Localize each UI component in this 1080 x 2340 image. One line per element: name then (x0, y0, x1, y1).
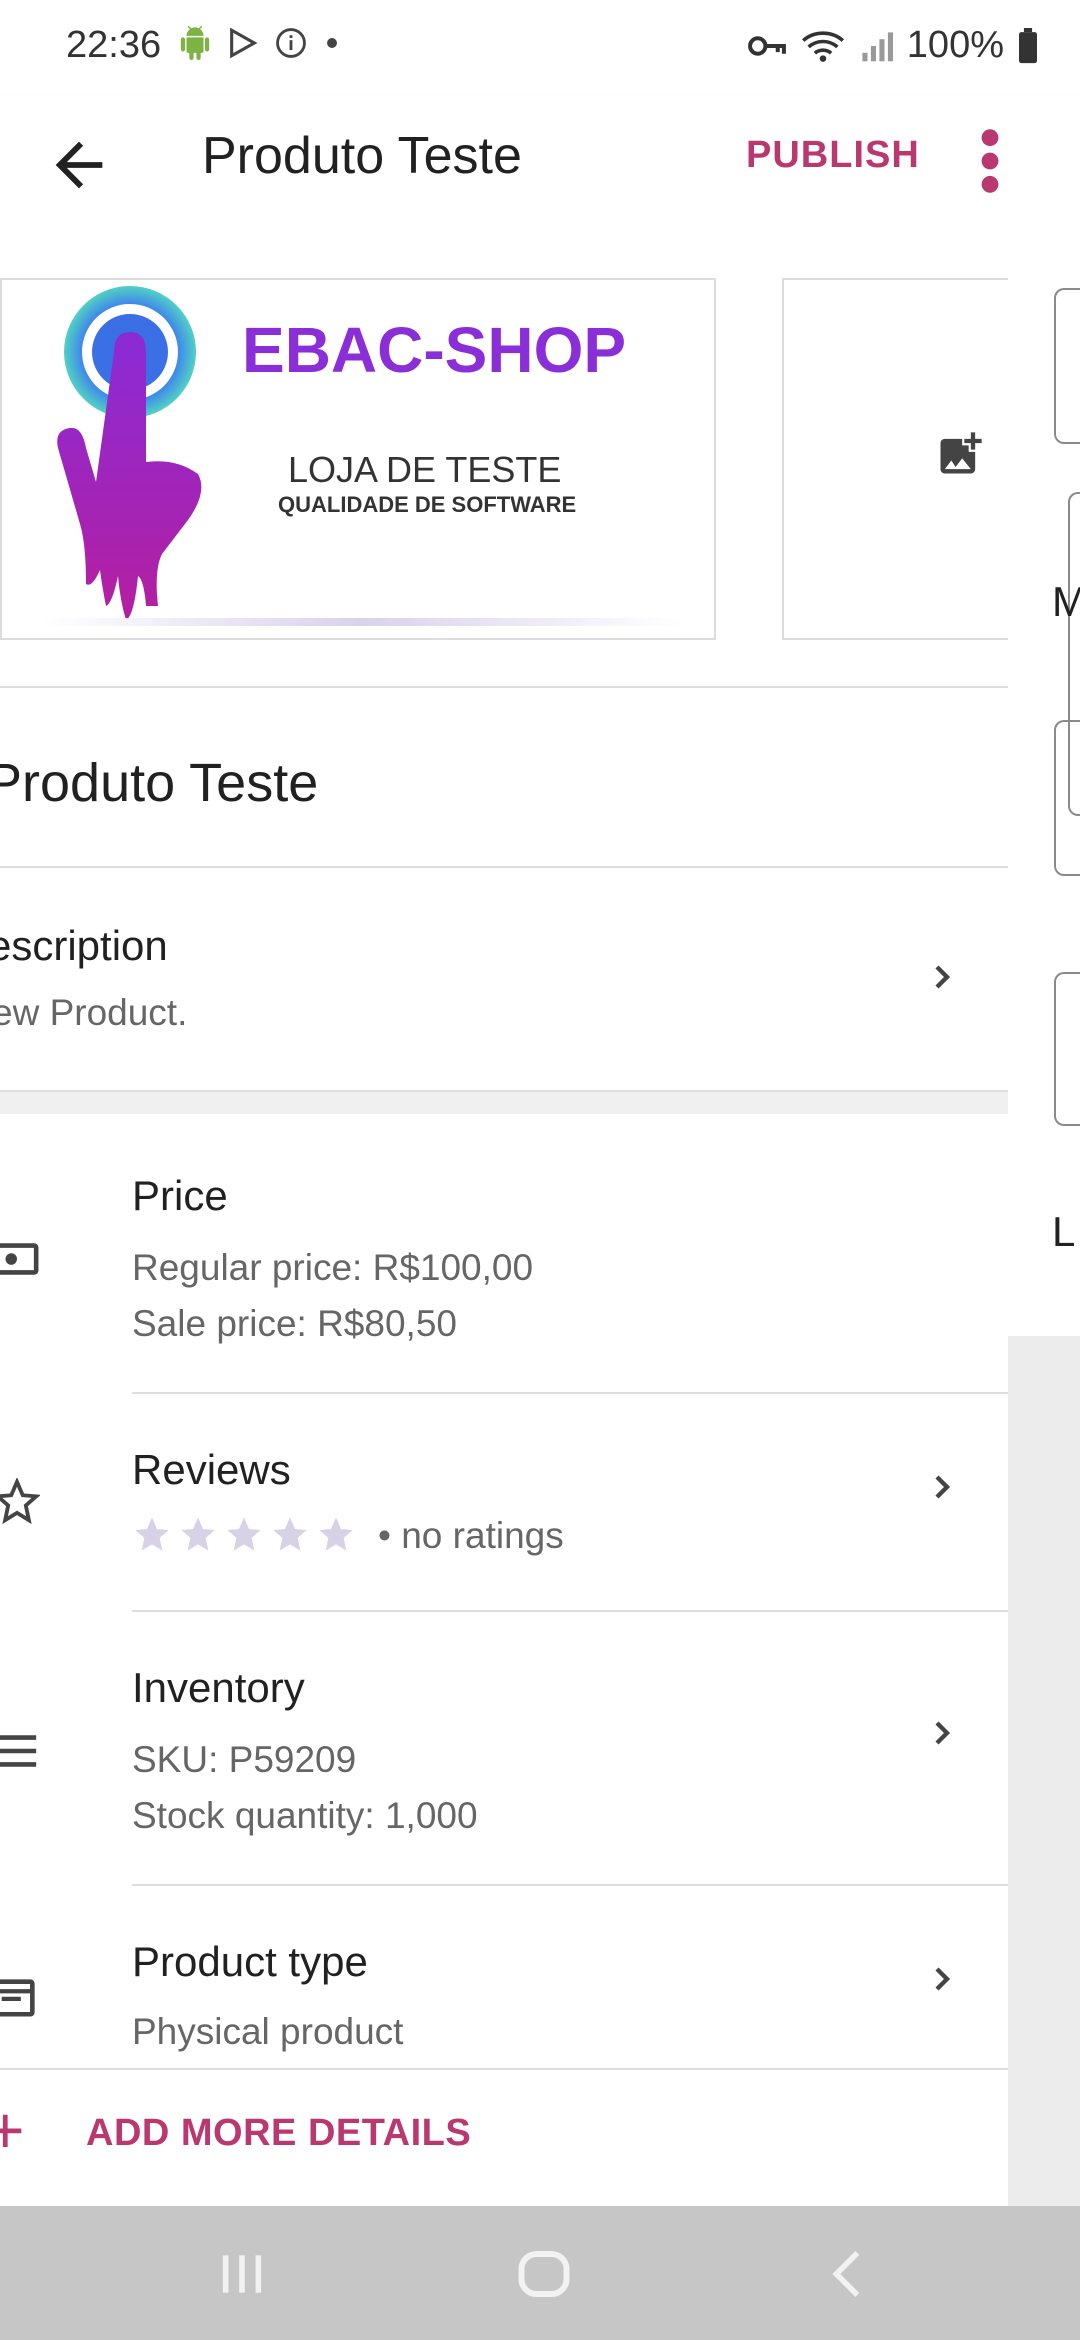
product-image[interactable]: EBAC-SHOP LOJA DE TESTE QUALIDADE DE SOF… (0, 278, 716, 640)
input-outline[interactable] (1054, 720, 1080, 876)
signal-icon (862, 31, 893, 61)
dot-icon (327, 38, 337, 48)
back-icon[interactable] (820, 2246, 876, 2302)
star-icon (319, 1517, 353, 1551)
add-photo-icon[interactable] (934, 428, 986, 480)
battery-percent: 100% (906, 24, 1004, 66)
inventory-title: Inventory (132, 1664, 305, 1711)
ebac-shop-logo: EBAC-SHOP LOJA DE TESTE QUALIDADE DE SOF… (42, 286, 682, 626)
product-name[interactable]: Produto Teste (0, 752, 318, 814)
stock-quantity: Stock quantity: 1,000 (132, 1795, 478, 1836)
archive-icon (0, 1979, 35, 2017)
reviews-title: Reviews (132, 1446, 291, 1493)
product-detail-panel: EBAC-SHOP LOJA DE TESTE QUALIDADE DE SOF… (0, 232, 1008, 2232)
divider (0, 686, 1008, 688)
logo-line2-text: QUALIDADE DE SOFTWARE (278, 492, 576, 517)
android-icon (180, 26, 210, 60)
battery-icon (1019, 27, 1037, 63)
add-image-card[interactable] (782, 278, 1008, 640)
navigation-bar (0, 2206, 1080, 2340)
logo-brand-text: EBAC-SHOP (242, 314, 626, 386)
play-store-icon (230, 27, 258, 59)
reviews-row[interactable] (0, 1394, 1008, 1614)
sale-price: Sale price: R$80,50 (132, 1303, 457, 1344)
price-title: Price (132, 1172, 228, 1219)
notification-icons (178, 26, 342, 60)
home-icon[interactable] (514, 2244, 574, 2304)
input-outline[interactable] (1054, 288, 1080, 444)
adjacent-panel: M L (1008, 232, 1080, 1336)
add-more-details-button[interactable]: ADD MORE DETAILS (86, 2112, 471, 2155)
star-outline-icon (0, 1478, 40, 1524)
description-title: escription (0, 922, 168, 969)
rating-stars (132, 1514, 356, 1554)
adjacent-label: M (1052, 578, 1080, 625)
more-options-icon[interactable] (970, 126, 1010, 196)
rating-text: • no ratings (378, 1515, 564, 1556)
page-title: Produto Teste (202, 127, 522, 185)
wifi-icon (801, 30, 844, 62)
star-icon (181, 1517, 215, 1551)
product-type-value: Physical product (132, 2011, 404, 2052)
info-icon (276, 28, 306, 58)
product-type-title: Product type (132, 1938, 368, 1985)
adjacent-label: L (1052, 1208, 1076, 1255)
input-outline[interactable] (1054, 972, 1080, 1126)
app-bar: Produto Teste PUBLISH (0, 96, 1080, 234)
status-bar: 22:36 100% (0, 0, 1080, 96)
sku-text: SKU: P59209 (132, 1739, 357, 1780)
system-status: 100% (747, 24, 1038, 67)
star-icon (273, 1517, 307, 1551)
plus-icon: + (0, 2093, 25, 2167)
star-icon (135, 1517, 169, 1551)
section-gap (0, 1092, 1008, 1114)
back-arrow-icon[interactable] (44, 130, 114, 200)
publish-button[interactable]: PUBLISH (746, 134, 920, 177)
recent-apps-icon[interactable] (214, 2246, 270, 2302)
status-time: 22:36 (66, 24, 162, 66)
logo-line1-text: LOJA DE TESTE (288, 449, 561, 490)
money-icon (0, 1243, 39, 1275)
description-value: ew Product. (0, 992, 188, 1033)
vpn-key-icon (747, 35, 786, 56)
adjacent-panel-background (1008, 1336, 1080, 2206)
chevron-right-icon (935, 965, 951, 989)
divider (0, 2068, 1008, 2070)
list-icon (0, 1735, 37, 1767)
regular-price: Regular price: R$100,00 (132, 1247, 534, 1288)
star-icon (227, 1517, 261, 1551)
